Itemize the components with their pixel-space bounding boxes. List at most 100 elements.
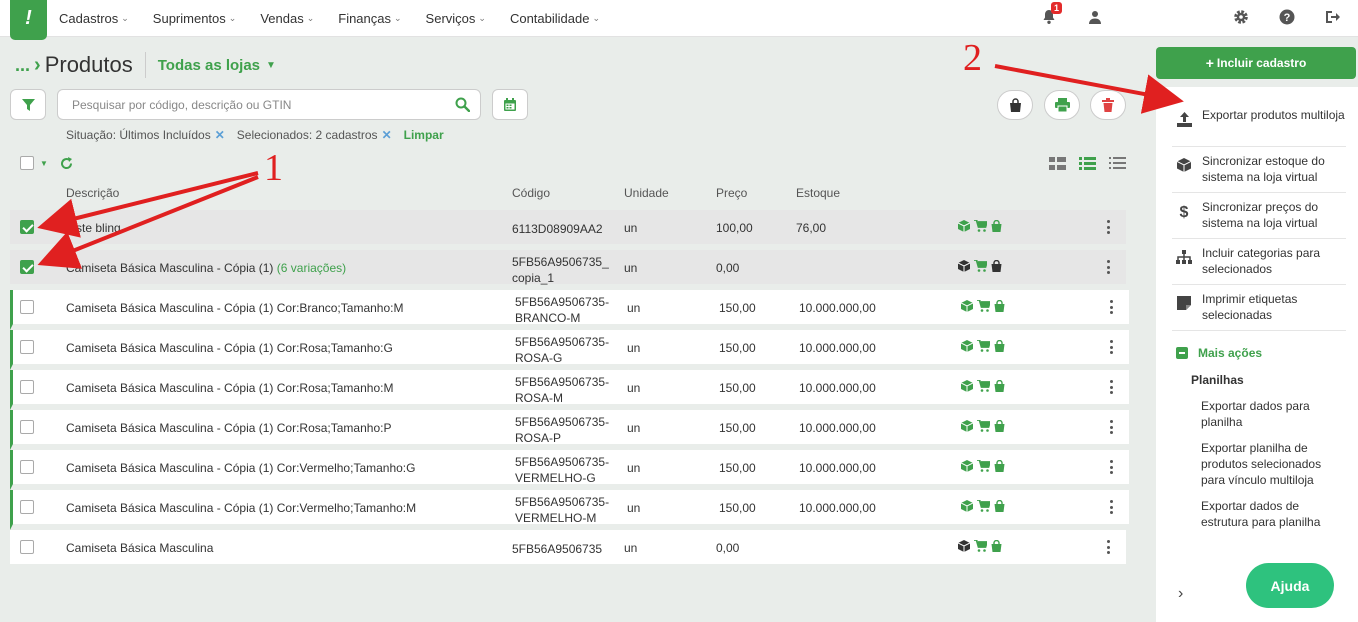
planilha-link-0[interactable]: Exportar dados para planilha: [1201, 398, 1341, 430]
action-item-3[interactable]: Incluir categorias para selecionados: [1172, 239, 1346, 285]
table-row[interactable]: Camiseta Básica Masculina - Cópia (1) Co…: [10, 450, 1129, 490]
row-checkbox[interactable]: [20, 420, 34, 434]
filter-button[interactable]: [10, 89, 46, 120]
caret-down-icon: ▼: [266, 59, 276, 71]
plus-icon: +: [1205, 55, 1214, 71]
row-checkbox[interactable]: [20, 500, 34, 514]
row-description[interactable]: Camiseta Básica Masculina - Cópia (1) Co…: [66, 501, 416, 515]
action-item-1[interactable]: Sincronizar estoque do sistema na loja v…: [1172, 147, 1346, 193]
row-checkbox[interactable]: [20, 380, 34, 394]
row-status-icons: [961, 460, 1005, 472]
select-all-checkbox[interactable]: [20, 156, 34, 170]
row-checkbox[interactable]: [20, 540, 34, 554]
row-menu-kebab-icon[interactable]: [1107, 340, 1115, 354]
row-checkbox[interactable]: [20, 260, 34, 274]
row-code: 5FB56A9506735- BRANCO-M: [515, 294, 609, 326]
row-menu-kebab-icon[interactable]: [1107, 300, 1115, 314]
remove-filter-selecionados-icon[interactable]: ✕: [382, 128, 392, 142]
shop-button[interactable]: [997, 90, 1033, 120]
breadcrumb-back[interactable]: ...: [15, 55, 30, 76]
row-description[interactable]: Camiseta Básica Masculina - Cópia (1) Co…: [66, 301, 403, 315]
menu-item-4[interactable]: Serviços ⌄: [426, 11, 486, 26]
menu-item-2[interactable]: Vendas ⌄: [260, 11, 314, 26]
help-button[interactable]: ?: [1278, 8, 1296, 26]
table-row[interactable]: Camiseta Básica Masculina - Cópia (1) Co…: [10, 410, 1129, 450]
user-menu[interactable]: [1086, 8, 1104, 26]
col-header-preco[interactable]: Preço: [716, 186, 747, 200]
grid-view-icon[interactable]: [1049, 157, 1066, 170]
row-description-text: Camiseta Básica Masculina - Cópia (1) Co…: [66, 341, 393, 355]
row-checkbox[interactable]: [20, 460, 34, 474]
table-row[interactable]: Camiseta Básica Masculina - Cópia (1) Co…: [10, 490, 1129, 530]
more-actions-label: Mais ações: [1198, 346, 1263, 360]
collapse-panel-chevron-icon[interactable]: ›: [1178, 585, 1183, 603]
row-menu-kebab-icon[interactable]: [1104, 540, 1112, 554]
row-description[interactable]: Camiseta Básica Masculina: [66, 541, 213, 555]
row-description[interactable]: Camiseta Básica Masculina - Cópia (1) Co…: [66, 461, 415, 475]
date-filter-button[interactable]: [492, 89, 528, 120]
print-button[interactable]: [1044, 90, 1080, 120]
table-row[interactable]: Camiseta Básica Masculina - Cópia (1) (6…: [10, 250, 1126, 290]
svg-text:?: ?: [1284, 12, 1291, 24]
table-row[interactable]: Camiseta Básica Masculina - Cópia (1) Co…: [10, 290, 1129, 330]
row-code-line1: 5FB56A9506735_: [512, 255, 609, 269]
logout-button[interactable]: [1324, 8, 1342, 26]
col-header-estoque[interactable]: Estoque: [796, 186, 840, 200]
table-row[interactable]: teste bling 6113D08909AA2 un 100,00 76,00: [10, 210, 1126, 250]
remove-filter-situacao-icon[interactable]: ✕: [215, 128, 225, 142]
notifications-bell[interactable]: 1: [1040, 2, 1062, 26]
row-menu-kebab-icon[interactable]: [1107, 460, 1115, 474]
store-selector[interactable]: Todas as lojas ▼: [158, 57, 276, 74]
row-description[interactable]: Camiseta Básica Masculina - Cópia (1) Co…: [66, 421, 391, 435]
table-row[interactable]: Camiseta Básica Masculina - Cópia (1) Co…: [10, 370, 1129, 410]
row-description[interactable]: Camiseta Básica Masculina - Cópia (1) (6…: [66, 261, 346, 275]
table-row[interactable]: Camiseta Básica Masculina 5FB56A9506735 un…: [10, 530, 1126, 570]
app-logo[interactable]: !: [10, 0, 47, 40]
active-filters: Situação: Últimos Incluídos ✕ Selecionad…: [66, 128, 444, 142]
top-navbar: ! Cadastros ⌄ Suprimentos ⌄ Vendas ⌄ Finanças ⌄…: [0, 0, 1358, 40]
row-checkbox[interactable]: [20, 220, 34, 234]
table-row[interactable]: Camiseta Básica Masculina - Cópia (1) Co…: [10, 330, 1129, 370]
delete-button[interactable]: [1090, 90, 1126, 120]
row-checkbox[interactable]: [20, 340, 34, 354]
menu-item-5[interactable]: Contabilidade ⌄: [510, 11, 600, 26]
refresh-icon[interactable]: [60, 156, 73, 170]
col-header-descricao[interactable]: Descrição: [66, 186, 119, 200]
list-view-icon[interactable]: [1079, 157, 1096, 170]
menu-item-label: Finanças: [338, 11, 391, 26]
action-item-4[interactable]: Imprimir etiquetas selecionadas: [1172, 285, 1346, 331]
row-menu-kebab-icon[interactable]: [1107, 380, 1115, 394]
planilha-link-2[interactable]: Exportar dados de estrutura para planilh…: [1201, 498, 1341, 530]
row-description[interactable]: Camiseta Básica Masculina - Cópia (1) Co…: [66, 341, 393, 355]
settings-button[interactable]: [1232, 8, 1250, 26]
more-actions-toggle[interactable]: Mais ações: [1176, 346, 1262, 360]
action-item-0[interactable]: Exportar produtos multiloja: [1172, 101, 1346, 147]
search-icon[interactable]: [455, 97, 471, 115]
planilha-link-1[interactable]: Exportar planilha de produtos selecionad…: [1201, 440, 1341, 488]
add-record-button[interactable]: + Incluir cadastro: [1156, 47, 1356, 79]
select-all-caret-icon[interactable]: ▼: [40, 159, 48, 168]
action-item-2[interactable]: $ Sincronizar preços do sistema na loja v…: [1172, 193, 1346, 239]
row-variations-link[interactable]: (6 variações): [277, 261, 346, 275]
row-menu-kebab-icon[interactable]: [1104, 220, 1112, 234]
shopping-bag-icon: [994, 340, 1005, 352]
help-chat-button[interactable]: Ajuda: [1246, 563, 1334, 608]
menu-item-0[interactable]: Cadastros ⌄: [59, 11, 129, 26]
title-divider: [144, 52, 146, 78]
row-menu-kebab-icon[interactable]: [1107, 420, 1115, 434]
menu-item-3[interactable]: Finanças ⌄: [338, 11, 401, 26]
row-checkbox[interactable]: [20, 300, 34, 314]
clear-filters-link[interactable]: Limpar: [404, 128, 444, 142]
row-code-line2: BRANCO-M: [515, 311, 581, 325]
compact-list-icon[interactable]: [1109, 157, 1126, 170]
row-menu-kebab-icon[interactable]: [1104, 260, 1112, 274]
row-status-icons: [958, 220, 1002, 232]
row-menu-kebab-icon[interactable]: [1107, 500, 1115, 514]
col-header-unidade[interactable]: Unidade: [624, 186, 669, 200]
row-description[interactable]: teste bling: [66, 221, 121, 235]
menu-item-1[interactable]: Suprimentos ⌄: [153, 11, 237, 26]
cart-icon: [977, 460, 990, 472]
row-description[interactable]: Camiseta Básica Masculina - Cópia (1) Co…: [66, 381, 393, 395]
search-input[interactable]: [72, 98, 442, 112]
col-header-codigo[interactable]: Código: [512, 186, 550, 200]
